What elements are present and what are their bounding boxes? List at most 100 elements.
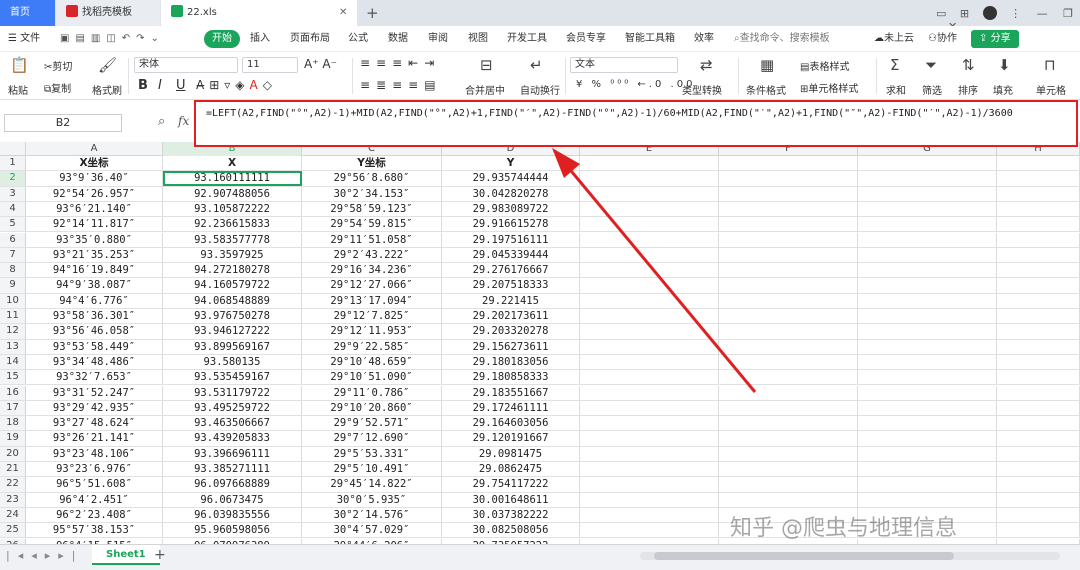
active-cell[interactable]: 93.160111111 — [163, 171, 302, 186]
table-cell[interactable] — [719, 416, 858, 431]
row-header[interactable]: 21 — [0, 462, 26, 477]
table-cell[interactable]: 94.272180278 — [163, 263, 302, 278]
menu-member[interactable]: 会员专享 — [566, 26, 606, 52]
table-cell[interactable]: X坐标 — [26, 156, 163, 171]
row-header[interactable]: 11 — [0, 309, 26, 324]
table-cell[interactable]: 93°29′42.935″ — [26, 400, 163, 416]
table-cell[interactable]: 93°31′52.247″ — [26, 385, 163, 400]
table-cell[interactable] — [719, 492, 858, 507]
cloud-status[interactable]: ☁未上云 — [874, 26, 914, 52]
table-cell[interactable]: 93°9′36.40″ — [26, 171, 163, 186]
table-cell[interactable]: 93°27′48.624″ — [26, 416, 163, 431]
table-cell[interactable]: 93.899569167 — [163, 339, 302, 354]
table-cell[interactable]: 94.160579722 — [163, 278, 302, 293]
sum-icon[interactable]: Σ — [890, 56, 899, 74]
filter-button[interactable]: 筛选 — [922, 82, 942, 97]
table-cell[interactable] — [719, 462, 858, 477]
table-cell[interactable] — [858, 156, 997, 171]
table-cell[interactable]: 94°9′38.087″ — [26, 278, 163, 293]
row-header[interactable]: 9 — [0, 278, 26, 293]
menu-formula[interactable]: 公式 — [348, 26, 368, 52]
row-header[interactable]: 14 — [0, 354, 26, 370]
table-cell[interactable]: 29°16′34.236″ — [302, 263, 442, 278]
cell-style-button[interactable]: ⊞单元格样式 — [800, 80, 858, 95]
table-cell[interactable]: 29°56′8.680″ — [302, 171, 442, 186]
row-header[interactable]: 18 — [0, 416, 26, 431]
table-cell[interactable] — [858, 431, 997, 446]
tab-file[interactable]: 22.xls ✕ — [161, 0, 357, 26]
table-cell[interactable] — [997, 247, 1080, 263]
table-cell[interactable]: 92.236615833 — [163, 217, 302, 232]
table-cell[interactable]: 29°7′12.690″ — [302, 431, 442, 446]
conditional-format-icon[interactable]: ▦ — [760, 56, 774, 74]
table-cell[interactable] — [858, 462, 997, 477]
table-cell[interactable] — [858, 324, 997, 339]
table-cell[interactable]: 29.172461111 — [442, 400, 580, 416]
format-painter-icon[interactable]: 🖌 — [98, 56, 117, 74]
table-cell[interactable] — [858, 309, 997, 324]
sort-icon[interactable]: ⇅ — [962, 56, 975, 74]
restore-icon[interactable]: ❐ — [1063, 7, 1073, 20]
scrollbar-thumb[interactable] — [654, 552, 954, 560]
formula-input[interactable]: =LEFT(A2,FIND("°",A2)-1)+MID(A2,FIND("°"… — [194, 100, 1078, 147]
row-header[interactable]: 17 — [0, 400, 26, 416]
filter-icon[interactable]: ⏷ — [925, 56, 937, 74]
table-cell[interactable]: 29.120191667 — [442, 431, 580, 446]
table-cell[interactable]: 94°16′19.849″ — [26, 263, 163, 278]
cell-button[interactable]: 单元格 — [1036, 82, 1066, 97]
table-cell[interactable]: 29°54′59.815″ — [302, 217, 442, 232]
convert-icon[interactable]: ⇄ — [700, 56, 713, 74]
table-cell[interactable]: 96.039835556 — [163, 507, 302, 523]
italic-button[interactable]: I — [158, 78, 162, 93]
table-cell[interactable] — [858, 477, 997, 492]
type-convert-button[interactable]: 类型转换 — [682, 82, 722, 97]
table-cell[interactable]: 93.439205833 — [163, 431, 302, 446]
table-cell[interactable]: 29°12′11.953″ — [302, 324, 442, 339]
table-cell[interactable] — [997, 217, 1080, 232]
table-cell[interactable] — [858, 263, 997, 278]
table-cell[interactable]: 93.535459167 — [163, 370, 302, 385]
table-cell[interactable] — [858, 370, 997, 385]
table-cell[interactable] — [858, 416, 997, 431]
quick-access-toolbar[interactable]: ▣▤▥◫↶↷⌄ — [60, 26, 165, 52]
table-cell[interactable]: 30°2′34.153″ — [302, 186, 442, 201]
font-size-select[interactable]: 11 — [242, 57, 298, 73]
table-cell[interactable]: 29.0981475 — [442, 446, 580, 461]
table-cell[interactable]: 93.3597925 — [163, 247, 302, 263]
table-cell[interactable]: 93°32′7.653″ — [26, 370, 163, 385]
horizontal-align-group[interactable]: ≡≣≡≡▤ — [360, 78, 442, 92]
table-cell[interactable] — [580, 400, 719, 416]
table-cell[interactable] — [858, 217, 997, 232]
table-cell[interactable] — [858, 354, 997, 370]
tab-template[interactable]: 找稻壳模板 — [56, 0, 160, 26]
row-header[interactable]: 1 — [0, 156, 26, 171]
table-cell[interactable]: 92°14′11.817″ — [26, 217, 163, 232]
table-cell[interactable]: 93°53′58.449″ — [26, 339, 163, 354]
sum-button[interactable]: 求和 — [886, 82, 906, 97]
menu-view[interactable]: 视图 — [468, 26, 488, 52]
table-cell[interactable] — [719, 400, 858, 416]
table-cell[interactable]: 29°12′27.066″ — [302, 278, 442, 293]
table-cell[interactable]: 29.164603056 — [442, 416, 580, 431]
table-cell[interactable] — [997, 416, 1080, 431]
menu-start[interactable]: 开始 — [204, 30, 240, 48]
table-cell[interactable] — [580, 431, 719, 446]
table-cell[interactable] — [997, 324, 1080, 339]
table-cell[interactable]: 30°2′14.576″ — [302, 507, 442, 523]
row-header[interactable]: 10 — [0, 293, 26, 308]
table-cell[interactable] — [719, 431, 858, 446]
table-style-button[interactable]: ▤表格样式 — [800, 58, 849, 73]
menu-insert[interactable]: 插入 — [250, 26, 270, 52]
table-cell[interactable]: 95.960598056 — [163, 523, 302, 538]
table-cell[interactable] — [997, 370, 1080, 385]
row-header[interactable]: 22 — [0, 477, 26, 492]
menu-review[interactable]: 审阅 — [428, 26, 448, 52]
table-cell[interactable]: Y坐标 — [302, 156, 442, 171]
table-cell[interactable] — [580, 477, 719, 492]
table-cell[interactable]: 93.385271111 — [163, 462, 302, 477]
row-header[interactable]: 23 — [0, 492, 26, 507]
menu-developer[interactable]: 开发工具 — [507, 26, 547, 52]
table-cell[interactable]: 93.580135 — [163, 354, 302, 370]
layout-icon[interactable]: ▭ — [936, 7, 946, 20]
table-cell[interactable]: 93°6′21.140″ — [26, 201, 163, 217]
